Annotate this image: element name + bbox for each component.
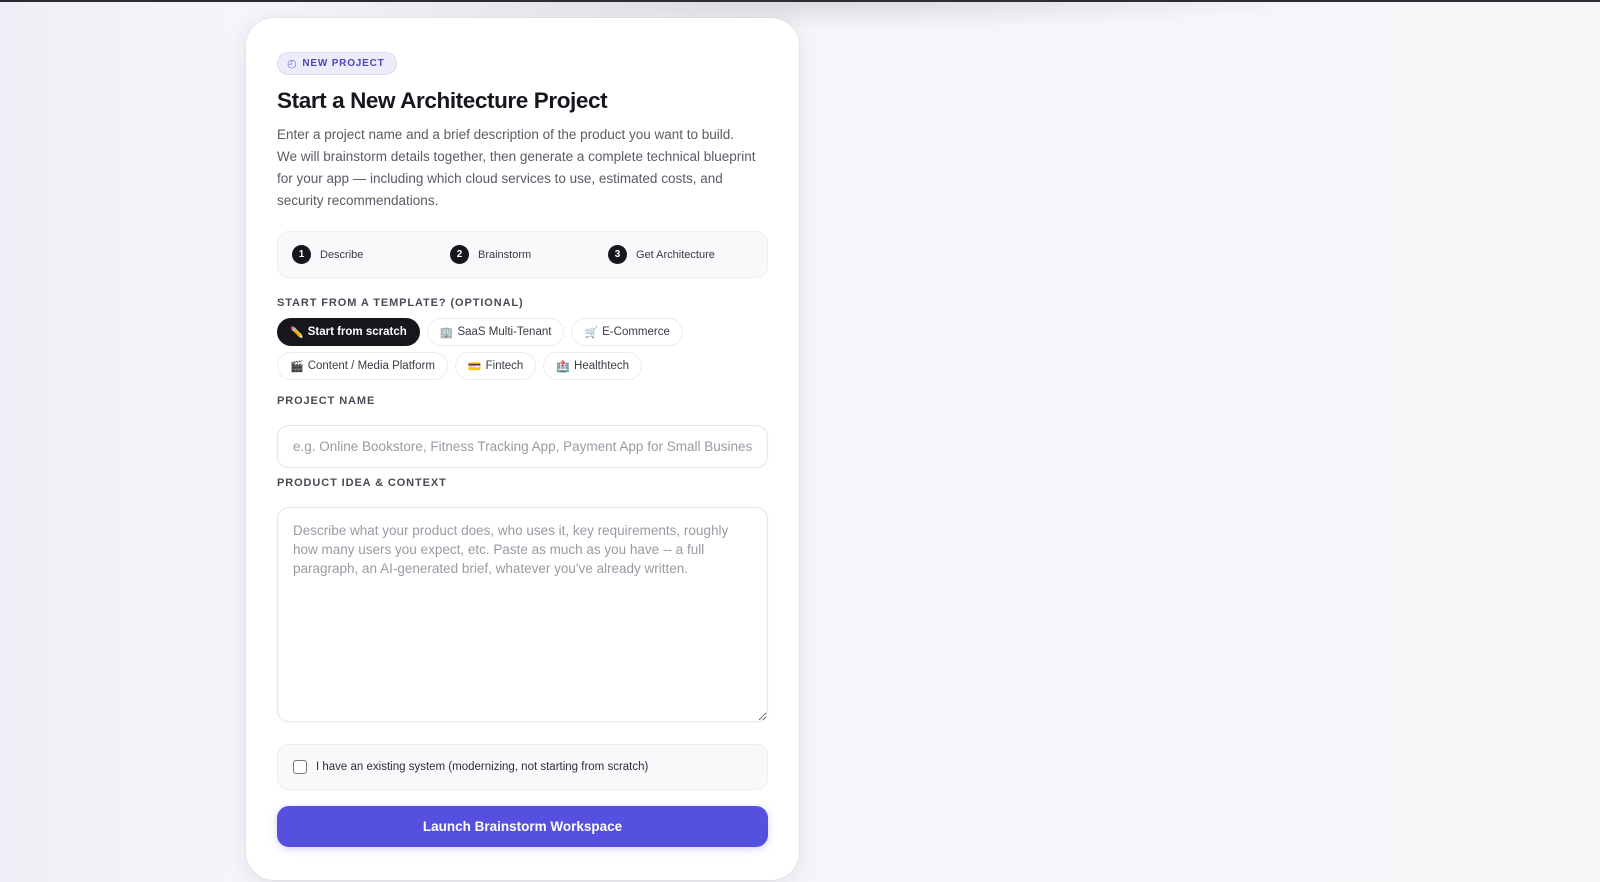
template-chip-fintech[interactable]: 💳 Fintech xyxy=(454,352,537,380)
new-project-badge: ◴ NEW PROJECT xyxy=(277,52,397,75)
chip-label: Healthtech xyxy=(574,360,630,372)
step-brainstorm: 2 Brainstorm xyxy=(436,245,594,264)
pencil-icon: ✏️ xyxy=(290,326,304,339)
step-label: Get Architecture xyxy=(636,248,715,261)
hospital-icon: 🏥 xyxy=(556,360,571,373)
chip-label: E-Commerce xyxy=(602,326,670,338)
template-chip-e-commerce[interactable]: 🛒 E-Commerce xyxy=(571,318,683,346)
step-number: 3 xyxy=(608,245,627,264)
credit-card-icon: 💳 xyxy=(467,360,482,373)
existing-system-label[interactable]: I have an existing system (modernizing, … xyxy=(316,761,648,773)
chip-label: Fintech xyxy=(485,360,524,372)
step-label: Describe xyxy=(320,248,364,261)
compass-icon: ◴ xyxy=(287,58,298,70)
clapperboard-icon: 🎬 xyxy=(290,360,304,373)
shopping-cart-icon: 🛒 xyxy=(584,326,599,339)
project-name-label: PROJECT NAME xyxy=(277,395,376,407)
template-chips-row-1: ✏️ Start from scratch 🏢 SaaS Multi-Tenan… xyxy=(277,318,768,346)
template-chips-row-2: 🎬 Content / Media Platform 💳 Fintech 🏥 H… xyxy=(277,352,768,380)
step-get-architecture: 3 Get Architecture xyxy=(594,245,752,264)
new-project-card: ◴ NEW PROJECT Start a New Architecture P… xyxy=(246,18,799,880)
existing-system-option[interactable]: I have an existing system (modernizing, … xyxy=(277,744,768,790)
step-number: 1 xyxy=(292,245,311,264)
step-number: 2 xyxy=(450,245,469,264)
page-background xyxy=(0,0,1600,882)
template-chip-start-from-scratch[interactable]: ✏️ Start from scratch xyxy=(277,318,420,346)
steps-indicator: 1 Describe 2 Brainstorm 3 Get Architectu… xyxy=(277,231,768,278)
chip-label: Start from scratch xyxy=(307,326,407,338)
template-chip-healthtech[interactable]: 🏥 Healthtech xyxy=(543,352,643,380)
office-building-icon: 🏢 xyxy=(439,326,454,339)
existing-system-checkbox[interactable] xyxy=(293,760,307,774)
product-idea-label: PRODUCT IDEA & CONTEXT xyxy=(277,477,447,489)
template-chip-saas-multi-tenant[interactable]: 🏢 SaaS Multi-Tenant xyxy=(426,318,565,346)
project-name-input[interactable] xyxy=(277,425,768,468)
template-section-label: START FROM A TEMPLATE? (OPTIONAL) xyxy=(277,297,524,309)
step-label: Brainstorm xyxy=(478,248,532,261)
page-title: Start a New Architecture Project xyxy=(277,88,608,113)
template-chip-content-media-platform[interactable]: 🎬 Content / Media Platform xyxy=(277,352,448,380)
product-idea-textarea[interactable] xyxy=(277,507,768,722)
launch-brainstorm-button[interactable]: Launch Brainstorm Workspace xyxy=(277,806,768,847)
page-description: Enter a project name and a brief descrip… xyxy=(277,127,756,208)
chip-label: Content / Media Platform xyxy=(307,360,435,372)
step-describe: 1 Describe xyxy=(278,245,436,264)
badge-label: NEW PROJECT xyxy=(302,58,385,69)
chip-label: SaaS Multi-Tenant xyxy=(457,326,552,338)
